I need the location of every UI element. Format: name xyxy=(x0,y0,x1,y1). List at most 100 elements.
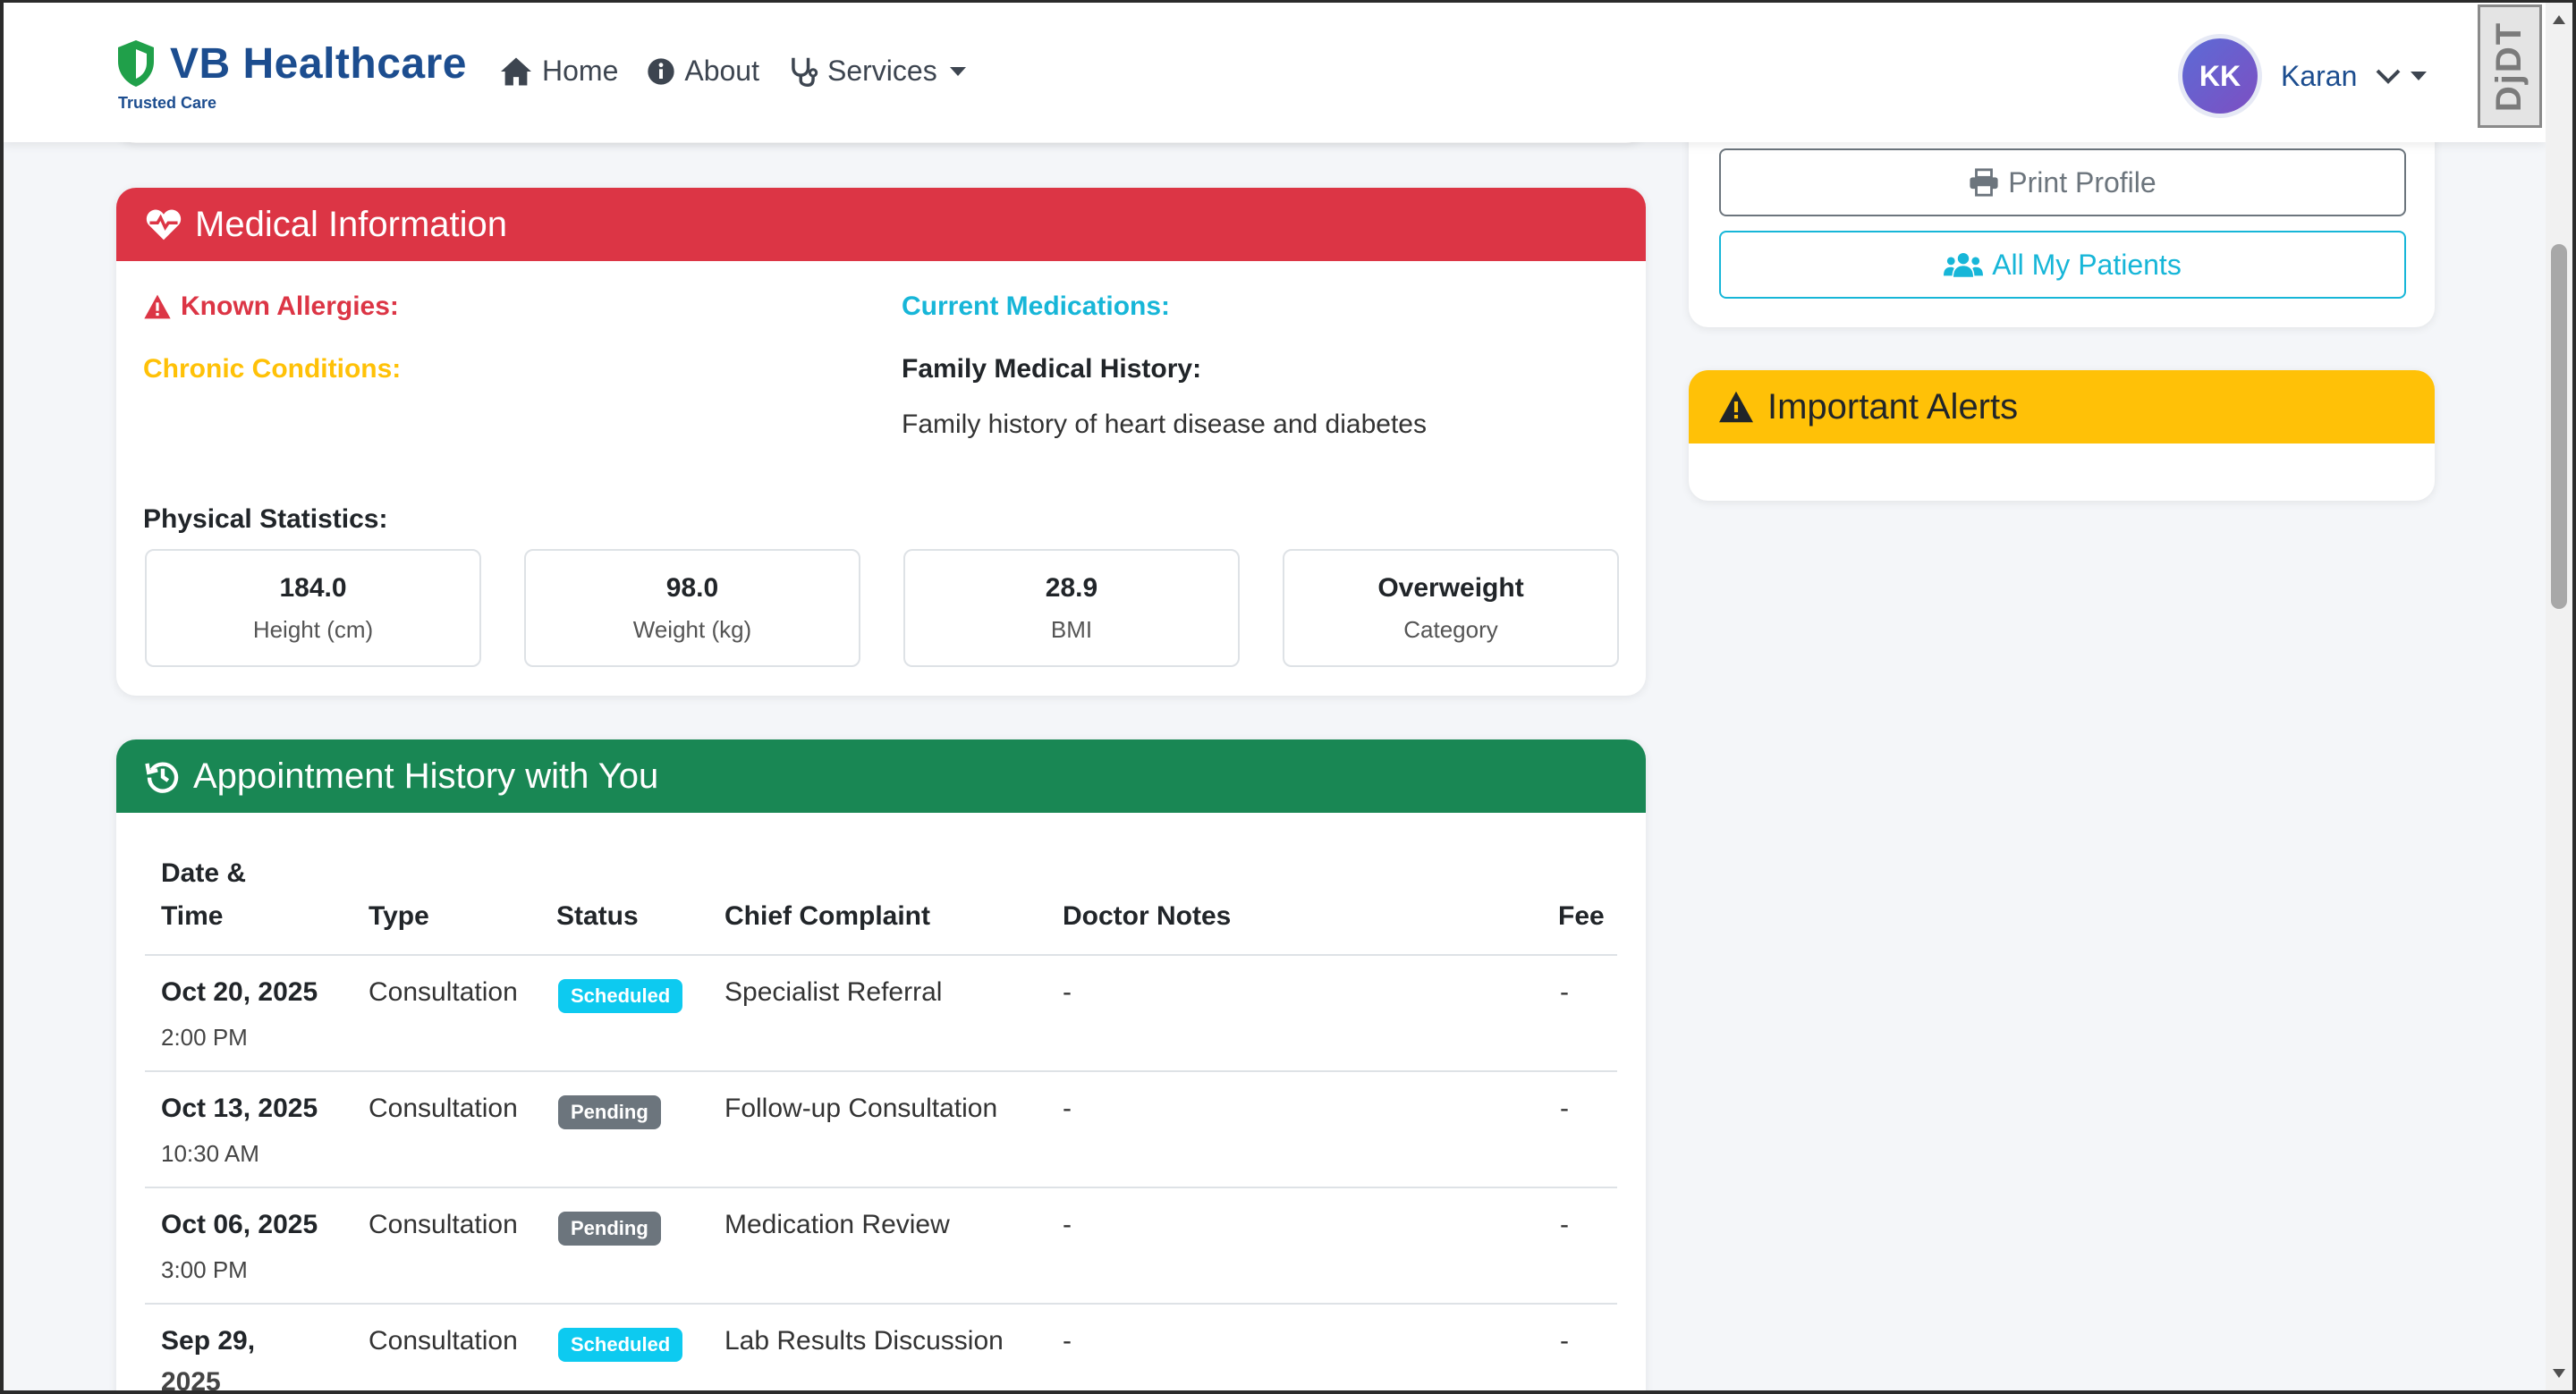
row-notes: - xyxy=(1063,1094,1072,1123)
all-my-patients-label: All My Patients xyxy=(1992,248,2182,281)
col-status[interactable]: Status xyxy=(556,895,639,938)
info-circle-icon xyxy=(648,57,675,85)
stethoscope-icon xyxy=(792,57,818,87)
physical-statistics-label: Physical Statistics: xyxy=(143,504,388,534)
scroll-thumb[interactable] xyxy=(2551,244,2567,609)
row-complaint: Medication Review xyxy=(724,1210,950,1239)
stat-value: 28.9 xyxy=(1045,572,1098,603)
scroll-down-arrow-icon[interactable] xyxy=(2553,1369,2565,1378)
row-fee: - xyxy=(1560,1326,1569,1356)
warning-triangle-icon xyxy=(144,294,171,319)
appointment-history-title: Appointment History with You xyxy=(193,756,659,796)
shield-icon xyxy=(118,40,154,87)
nav-home[interactable]: Home xyxy=(499,55,618,88)
important-alerts-card: Important Alerts xyxy=(1689,370,2435,501)
table-row[interactable]: Oct 06, 2025 3:00 PM Consultation Pendin… xyxy=(145,1188,1617,1305)
stat-value: 184.0 xyxy=(279,572,347,603)
nav-home-label: Home xyxy=(542,55,619,87)
row-date: Oct 20, 2025 xyxy=(161,977,318,1007)
appointment-history-header: Appointment History with You xyxy=(116,739,1646,813)
nav-about[interactable]: About xyxy=(647,55,759,88)
top-navbar: VB Healthcare Trusted Care Home About Se… xyxy=(4,3,2546,142)
row-complaint: Lab Results Discussion xyxy=(724,1326,1004,1356)
stat-value: 98.0 xyxy=(665,572,719,603)
col-date-line1: Date & xyxy=(161,858,247,888)
row-date: Oct 06, 2025 xyxy=(161,1210,318,1239)
row-type: Consultation xyxy=(369,1210,518,1239)
stat-category: Overweight Category xyxy=(1283,549,1619,667)
row-complaint: Specialist Referral xyxy=(724,977,943,1007)
nav-services-label: Services xyxy=(826,55,937,87)
row-fee: - xyxy=(1560,977,1569,1007)
row-type: Consultation xyxy=(369,977,518,1007)
history-icon xyxy=(145,762,179,793)
current-medications-label: Current Medications: xyxy=(902,291,1171,321)
row-notes: - xyxy=(1063,1326,1072,1356)
warning-triangle-icon xyxy=(1719,391,1753,423)
nav-services-dropdown[interactable]: Services xyxy=(788,55,966,88)
nav-about-label: About xyxy=(684,55,759,87)
table-row[interactable]: Oct 13, 2025 10:30 AM Consultation Pendi… xyxy=(145,1072,1617,1188)
row-time: 2025 xyxy=(161,1367,221,1394)
print-profile-button[interactable]: Print Profile xyxy=(1719,148,2406,216)
row-time: 2:00 PM xyxy=(161,1024,248,1051)
row-time: 10:30 AM xyxy=(161,1140,259,1167)
family-history-text: Family history of heart disease and diab… xyxy=(902,410,1427,439)
stat-label: Category xyxy=(1403,615,1498,643)
scroll-up-arrow-icon[interactable] xyxy=(2553,15,2565,24)
appointment-history-card: Appointment History with You Date & Time… xyxy=(116,739,1646,1394)
medical-information-title: Medical Information xyxy=(195,204,508,244)
stat-label: BMI xyxy=(1050,615,1093,643)
debug-toolbar-handle[interactable]: DjDT xyxy=(2478,4,2542,128)
row-notes: - xyxy=(1063,1210,1072,1239)
caret-down-icon xyxy=(949,66,966,76)
chronic-conditions-label: Chronic Conditions: xyxy=(143,354,402,384)
row-time: 3:00 PM xyxy=(161,1256,248,1283)
brand-tagline: Trusted Care xyxy=(118,94,217,112)
status-badge: Scheduled xyxy=(558,1328,683,1362)
stat-label: Height (cm) xyxy=(252,615,374,643)
status-badge: Pending xyxy=(558,1212,661,1246)
medical-information-card: Medical Information Known Allergies: Chr… xyxy=(116,188,1646,696)
row-fee: - xyxy=(1560,1210,1569,1239)
table-row[interactable]: Oct 20, 2025 2:00 PM Consultation Schedu… xyxy=(145,956,1617,1072)
medical-information-header: Medical Information xyxy=(116,188,1646,261)
row-date: Sep 29, xyxy=(161,1326,256,1356)
appointments-table: Date & Time Type Status Chief Complaint … xyxy=(145,854,1617,1394)
important-alerts-title: Important Alerts xyxy=(1767,386,2019,427)
brand-name: VB Healthcare xyxy=(170,39,467,88)
row-complaint: Follow-up Consultation xyxy=(724,1094,998,1123)
stat-height: 184.0 Height (cm) xyxy=(145,549,481,667)
col-type[interactable]: Type xyxy=(369,895,429,938)
stat-weight: 98.0 Weight (kg) xyxy=(524,549,860,667)
user-menu[interactable]: KK Karan xyxy=(2182,38,2428,114)
row-type: Consultation xyxy=(369,1326,518,1356)
debug-toolbar-label: DjDT xyxy=(2489,21,2529,112)
heart-pulse-icon xyxy=(146,209,182,241)
status-badge: Scheduled xyxy=(558,979,683,1013)
brand-logo[interactable]: VB Healthcare Trusted Care xyxy=(114,38,467,113)
print-profile-label: Print Profile xyxy=(2008,165,2157,199)
col-date-line2: Time xyxy=(161,901,224,931)
all-my-patients-button[interactable]: All My Patients xyxy=(1719,231,2406,299)
users-icon xyxy=(1944,252,1984,277)
stat-value: Overweight xyxy=(1377,572,1524,603)
row-type: Consultation xyxy=(369,1094,518,1123)
col-fee[interactable]: Fee xyxy=(1558,895,1605,938)
home-icon xyxy=(501,57,531,85)
row-date: Oct 13, 2025 xyxy=(161,1094,318,1123)
status-badge: Pending xyxy=(558,1095,661,1129)
stat-label: Weight (kg) xyxy=(632,615,752,643)
col-chief-complaint[interactable]: Chief Complaint xyxy=(724,895,930,938)
chevron-down-icon xyxy=(2376,69,2401,84)
table-header: Date & Time Type Status Chief Complaint … xyxy=(145,854,1617,956)
family-history-label: Family Medical History: xyxy=(902,354,1202,384)
page-scrollbar[interactable] xyxy=(2546,3,2572,1390)
table-row[interactable]: Sep 29, 2025 Consultation Scheduled Lab … xyxy=(145,1305,1617,1394)
col-doctor-notes[interactable]: Doctor Notes xyxy=(1063,895,1231,938)
caret-down-icon xyxy=(2411,72,2428,80)
stat-bmi: 28.9 BMI xyxy=(903,549,1240,667)
user-name: Karan xyxy=(2281,59,2358,92)
known-allergies-label: Known Allergies: xyxy=(143,291,399,322)
col-date-time[interactable]: Date & Time xyxy=(161,852,246,938)
